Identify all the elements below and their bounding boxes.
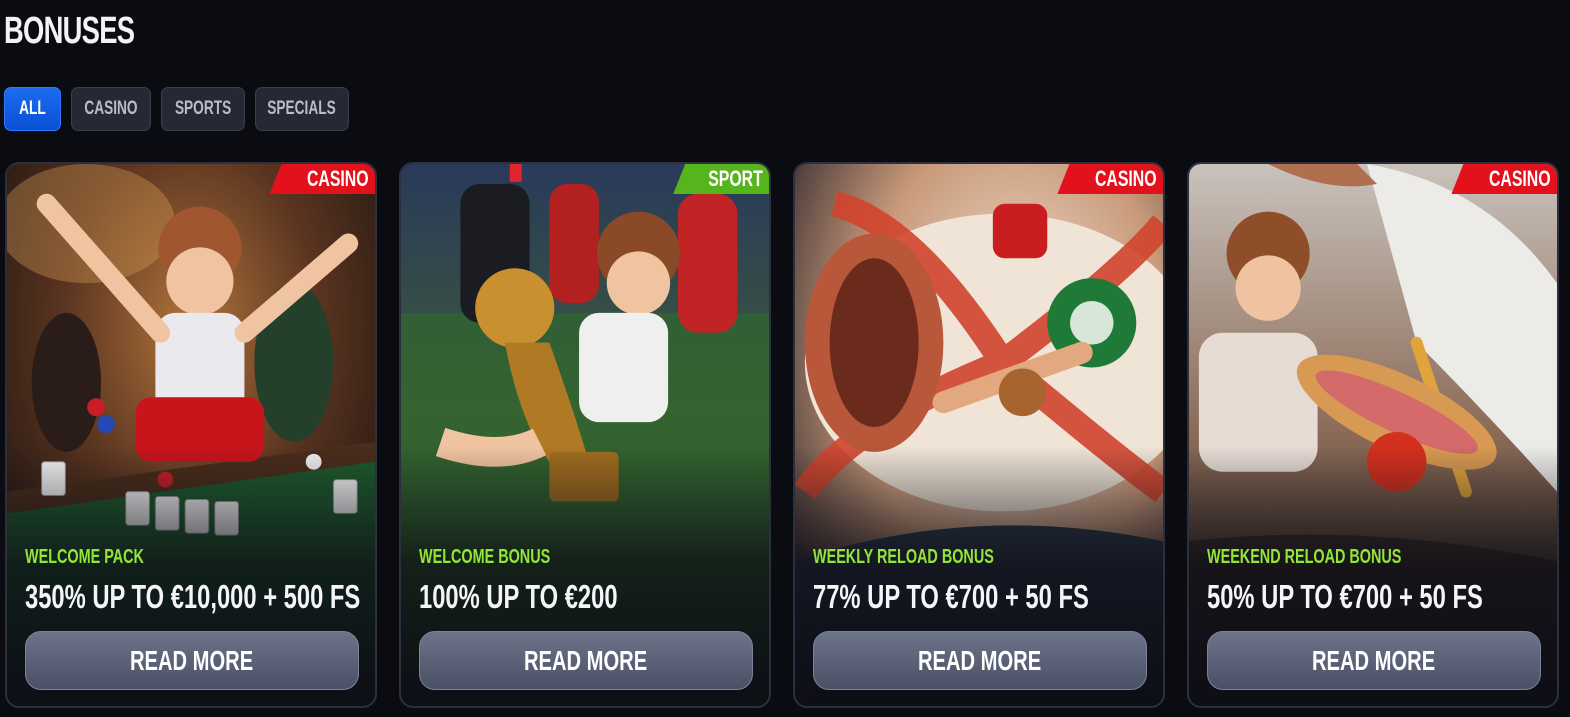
bonus-card[interactable]: CASINO WELCOME PACK 350% UP TO €10,000 +…	[5, 162, 377, 708]
read-more-button[interactable]: READ MORE	[419, 631, 753, 690]
read-more-button[interactable]: READ MORE	[1207, 631, 1541, 690]
read-more-label: READ MORE	[524, 644, 648, 676]
bonus-type: WEEKLY RELOAD BONUS	[813, 546, 994, 568]
read-more-button[interactable]: READ MORE	[813, 631, 1147, 690]
bonus-offer: 77% UP TO €700 + 50 FS	[813, 578, 1089, 615]
filter-sports[interactable]: SPORTS	[161, 87, 245, 131]
read-more-label: READ MORE	[130, 644, 254, 676]
bonus-card[interactable]: CASINO WEEKEND RELOAD BONUS 50% UP TO €7…	[1187, 162, 1559, 708]
bonus-type: WELCOME PACK	[25, 546, 144, 568]
filter-all-label: ALL	[19, 98, 46, 119]
category-badge: CASINO	[1057, 164, 1163, 194]
category-badge: SPORT	[673, 164, 769, 194]
read-more-label: READ MORE	[1312, 644, 1436, 676]
read-more-button[interactable]: READ MORE	[25, 631, 359, 690]
filter-specials[interactable]: SPECIALS	[255, 87, 349, 131]
bonuses-page: BONUSES ALL CASINO SPORTS SPECIALS CASIN…	[0, 0, 1570, 717]
filter-casino[interactable]: CASINO	[71, 87, 151, 131]
category-badge: CASINO	[269, 164, 375, 194]
bonus-type: WEEKEND RELOAD BONUS	[1207, 546, 1402, 568]
filter-casino-label: CASINO	[84, 98, 138, 119]
category-badge-label: CASINO	[307, 166, 369, 191]
bonus-card[interactable]: CASINO WEEKLY RELOAD BONUS 77% UP TO €70…	[793, 162, 1165, 708]
category-badge-label: CASINO	[1489, 166, 1551, 191]
bonus-card[interactable]: SPORT WELCOME BONUS 100% UP TO €200 READ…	[399, 162, 771, 708]
filter-tabs: ALL CASINO SPORTS SPECIALS	[4, 87, 349, 131]
read-more-label: READ MORE	[918, 644, 1042, 676]
bonus-offer: 50% UP TO €700 + 50 FS	[1207, 578, 1483, 615]
category-badge: CASINO	[1451, 164, 1557, 194]
category-badge-label: SPORT	[708, 166, 763, 191]
category-badge-label: CASINO	[1095, 166, 1157, 191]
bonus-type: WELCOME BONUS	[419, 546, 551, 568]
filter-sports-label: SPORTS	[174, 98, 232, 119]
page-title: BONUSES	[4, 10, 135, 52]
bonus-offer: 100% UP TO €200	[419, 578, 618, 615]
filter-specials-label: SPECIALS	[267, 98, 337, 119]
bonus-offer: 350% UP TO €10,000 + 500 FS	[25, 578, 361, 615]
filter-all[interactable]: ALL	[4, 87, 61, 131]
